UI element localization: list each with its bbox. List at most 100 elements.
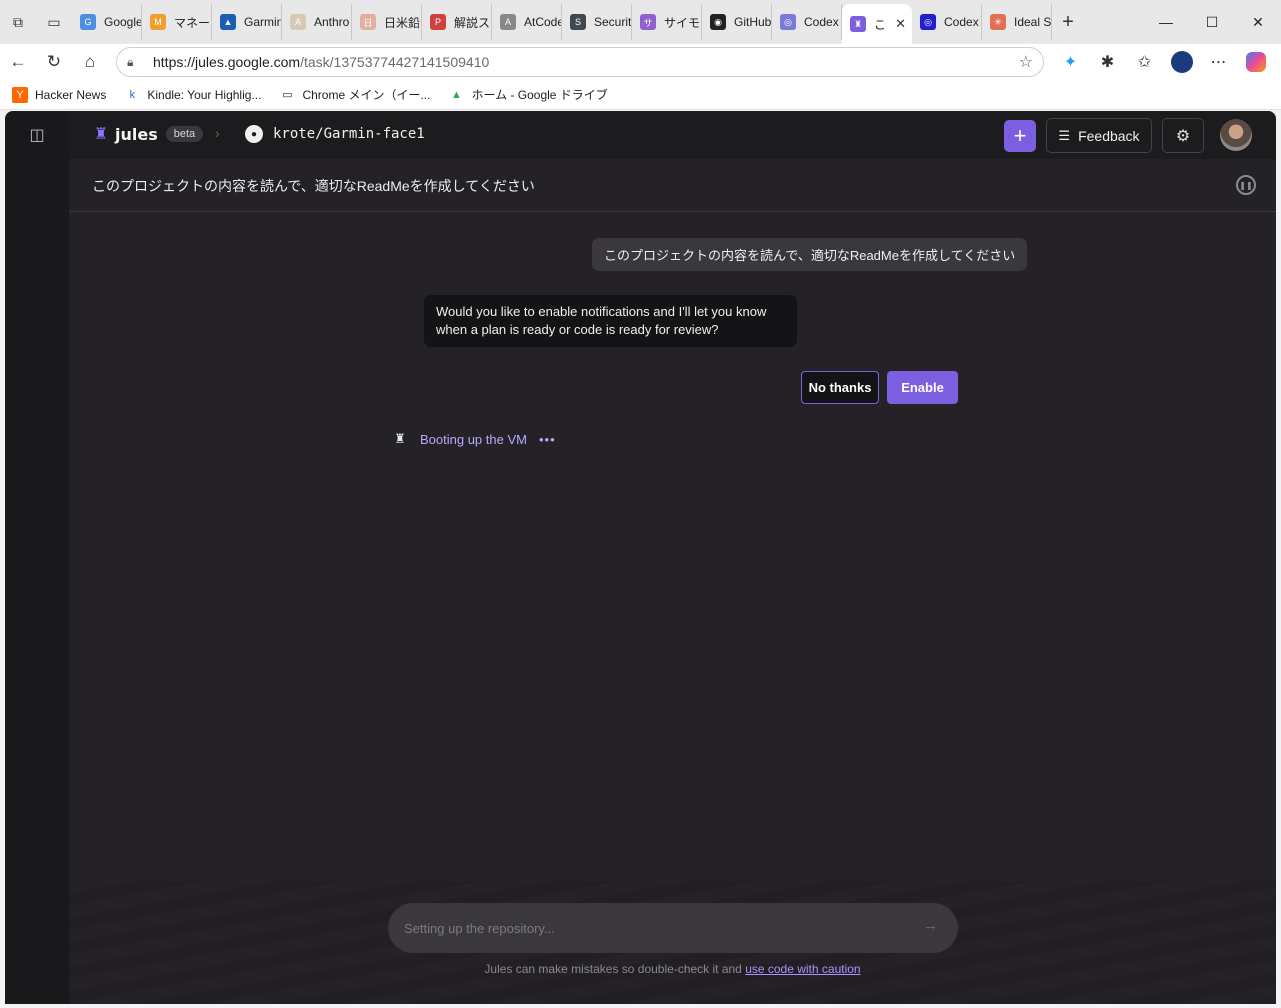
bookmark-item[interactable]: k Kindle: Your Highlig... xyxy=(124,87,262,103)
sidebar-toggle-icon[interactable]: ◫ xyxy=(27,125,47,145)
extensions-icon[interactable]: ✱ xyxy=(1089,44,1126,80)
enable-button[interactable]: Enable xyxy=(887,371,958,404)
repo-breadcrumb[interactable]: ● krote/Garmin-face1 xyxy=(245,125,425,143)
address-bar[interactable]: 🔒︎ https://jules.google.com/task/1375377… xyxy=(116,47,1044,77)
feedback-button[interactable]: ☰ Feedback xyxy=(1046,118,1152,153)
bookmarks-bar: Y Hacker News k Kindle: Your Highlig... ▭ Chr… xyxy=(0,80,1281,110)
profile-icon[interactable] xyxy=(1163,44,1200,80)
browser-tab[interactable]: M マネーフ xyxy=(142,4,212,40)
browser-tab[interactable]: ◎ Codex xyxy=(772,4,842,40)
browser-tab[interactable]: S Securit xyxy=(562,4,632,40)
feedback-icon: ☰ xyxy=(1058,127,1071,143)
task-title: このプロジェクトの内容を読んで、適切なReadMeを作成してください xyxy=(92,178,535,194)
bookmark-label: Hacker News xyxy=(35,87,107,102)
tab-label: AtCode xyxy=(524,15,561,29)
browser-tab[interactable]: G Google xyxy=(72,4,142,40)
url-path: /task/13753774427141509410 xyxy=(300,54,490,70)
jules-app: ◫ ♜ jules beta › ● krote/Garmin-face1 + … xyxy=(5,111,1276,1004)
bookmark-label: Chrome メイン（イー... xyxy=(302,88,431,102)
browser-tab[interactable]: ササイモン xyxy=(632,4,702,40)
tab-label: マネーフ xyxy=(174,15,211,30)
refresh-icon[interactable]: ↻ xyxy=(36,44,72,80)
tab-favicon-icon: M xyxy=(150,14,166,30)
pause-icon[interactable]: ❚❚ xyxy=(1236,175,1256,195)
chevron-right-icon: › xyxy=(215,125,220,141)
task-header: このプロジェクトの内容を読んで、適切なReadMeを作成してください ❚❚ xyxy=(69,159,1276,212)
avatar[interactable] xyxy=(1220,119,1252,151)
lock-icon[interactable]: 🔒︎ xyxy=(127,55,147,70)
minimize-icon[interactable]: — xyxy=(1143,0,1189,44)
input-area: Setting up the repository... → Jules can… xyxy=(69,881,1276,1004)
tab-favicon-icon: 日 xyxy=(360,14,376,30)
tab-favicon-icon: S xyxy=(570,14,586,30)
browser-tab[interactable]: ▲ Garmin xyxy=(212,4,282,40)
copilot-icon[interactable] xyxy=(1237,44,1274,80)
toolbar-icons: ✦ ✱ ✩ ⋯ xyxy=(1052,44,1274,80)
jules-octopus-icon: ♜ xyxy=(394,431,406,446)
tab-label: 日米鉛 xyxy=(384,15,421,30)
side-rail: ◫ xyxy=(5,111,69,1004)
bookmark-item[interactable]: ▲ ホーム - Google ドライブ xyxy=(448,86,608,103)
browser-tab[interactable]: ◎ Codex xyxy=(912,4,982,40)
browser-tab[interactable]: A Anthro xyxy=(282,4,352,40)
tab-active[interactable]: ♜ こ ✕ xyxy=(842,4,912,44)
settings-button[interactable]: ⚙ xyxy=(1162,118,1204,153)
favorite-star-icon[interactable]: ☆ xyxy=(1019,52,1033,72)
status-text: Booting up the VM xyxy=(420,431,527,447)
close-tab-icon[interactable]: ✕ xyxy=(895,16,906,32)
bookmark-icon: ▭ xyxy=(282,89,293,101)
browser-tab[interactable]: A AtCode xyxy=(492,4,562,40)
maximize-icon[interactable]: ☐ xyxy=(1189,0,1235,44)
tab-actions-icon[interactable]: ▭ xyxy=(36,0,72,44)
send-arrow-icon[interactable]: → xyxy=(923,917,938,934)
tab-label: GitHub xyxy=(734,15,771,29)
tab-favicon-icon: ✳ xyxy=(990,14,1006,30)
home-icon[interactable]: ⌂ xyxy=(72,44,108,80)
jules-octopus-icon: ♜ xyxy=(93,126,109,143)
workspaces-icon[interactable]: ⧉ xyxy=(0,0,36,44)
tab-label: Codex xyxy=(804,15,839,29)
tab-favicon-icon: ◎ xyxy=(920,14,936,30)
browser-tab[interactable]: ◉ GitHub xyxy=(702,4,772,40)
url-host: https://jules.google.com xyxy=(153,54,301,70)
browser-tab[interactable]: P 解説ス xyxy=(422,4,492,40)
new-tab-button[interactable]: + xyxy=(1052,0,1084,44)
favorites-icon[interactable]: ✩ xyxy=(1126,44,1163,80)
bookmark-item[interactable]: Y Hacker News xyxy=(12,86,107,103)
bookmark-icon: k xyxy=(129,88,136,101)
new-task-button[interactable]: + xyxy=(1004,120,1036,152)
close-window-icon[interactable]: ✕ xyxy=(1235,0,1281,44)
caution-link[interactable]: use code with caution xyxy=(745,962,860,976)
no-thanks-button[interactable]: No thanks xyxy=(801,371,879,404)
tab-favicon-icon: ◎ xyxy=(780,14,796,30)
message-input[interactable]: Setting up the repository... → xyxy=(388,903,958,953)
tabs: GGoogleMマネーフ▲GarminAAnthro日日米鉛P解説スAAtCod… xyxy=(72,0,1052,44)
repo-name: krote/Garmin-face1 xyxy=(273,126,425,142)
gear-icon: ⚙ xyxy=(1175,127,1191,145)
tab-label: Garmin xyxy=(244,15,281,29)
address-row: ← ↻ ⌂ 🔒︎ https://jules.google.com/task/1… xyxy=(0,44,1281,80)
tab-label: サイモン xyxy=(664,15,701,30)
back-icon[interactable]: ← xyxy=(0,44,36,80)
brand[interactable]: ♜ jules beta xyxy=(91,123,204,145)
tab-label: Google xyxy=(104,15,141,29)
input-placeholder: Setting up the repository... xyxy=(404,920,555,936)
browser-tab[interactable]: ✳ Ideal S xyxy=(982,4,1052,40)
bookmark-label: ホーム - Google ドライブ xyxy=(471,88,608,102)
tab-label: こ xyxy=(874,17,887,32)
bookmark-item[interactable]: ▭ Chrome メイン（イー... xyxy=(279,86,430,103)
tab-favicon-icon: A xyxy=(290,14,306,30)
tab-favicon-icon: A xyxy=(500,14,516,30)
bookmark-icon: Y xyxy=(12,86,28,103)
tab-favicon-icon: G xyxy=(80,14,96,30)
tab-favicon-icon: ▲ xyxy=(220,14,236,30)
tab-label: Anthro xyxy=(314,15,350,29)
disclaimer-text: Jules can make mistakes so double-check … xyxy=(484,962,746,976)
tab-label: Ideal S xyxy=(1014,15,1051,29)
browser-tab[interactable]: 日日米鉛 xyxy=(352,4,422,40)
more-menu-icon[interactable]: ⋯ xyxy=(1200,44,1237,80)
twitter-extension-icon[interactable]: ✦ xyxy=(1052,44,1089,80)
tab-label: Codex xyxy=(944,15,979,29)
bookmark-icon: ▲ xyxy=(451,88,462,101)
status-line: ♜ Booting up the VM ••• xyxy=(392,431,556,447)
